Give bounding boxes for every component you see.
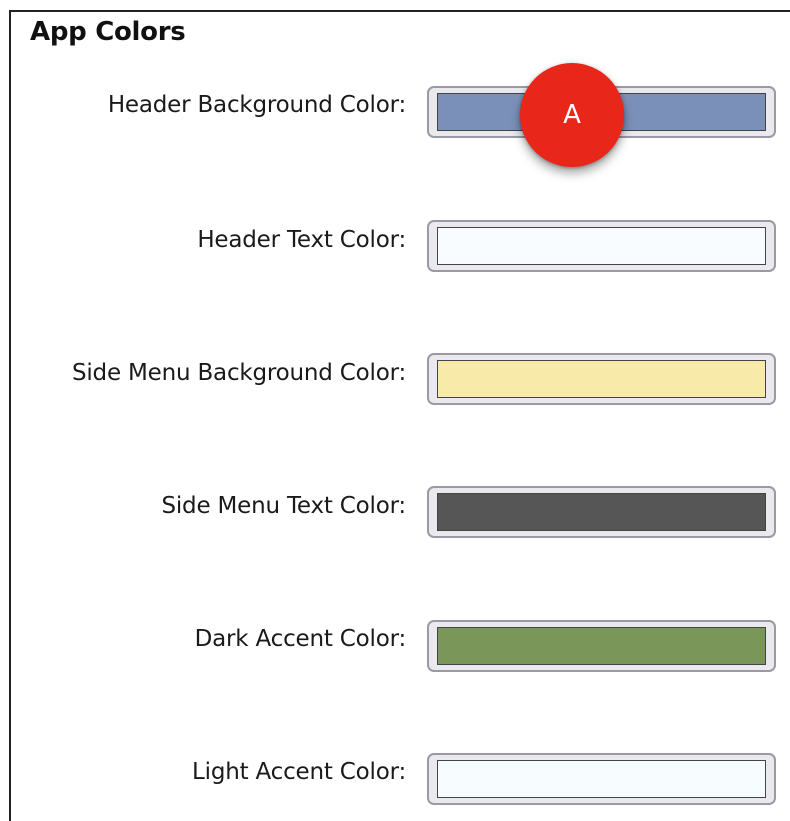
- side-menu-background-color-label: Side Menu Background Color:: [71, 360, 406, 386]
- dark-accent-color-picker[interactable]: [427, 620, 776, 672]
- header-background-color-label: Header Background Color:: [107, 92, 406, 118]
- light-accent-color-picker[interactable]: [427, 753, 776, 805]
- header-text-color-swatch: [437, 227, 766, 265]
- side-menu-background-color-picker[interactable]: [427, 353, 776, 405]
- side-menu-text-color-swatch: [437, 493, 766, 531]
- light-accent-color-swatch: [437, 760, 766, 798]
- header-text-color-label: Header Text Color:: [197, 227, 406, 253]
- callout-marker-label: A: [563, 100, 581, 130]
- header-text-color-picker[interactable]: [427, 220, 776, 272]
- callout-marker-a: A: [520, 63, 624, 167]
- side-menu-text-color-picker[interactable]: [427, 486, 776, 538]
- side-menu-background-color-swatch: [437, 360, 766, 398]
- dark-accent-color-swatch: [437, 627, 766, 665]
- dark-accent-color-label: Dark Accent Color:: [194, 626, 407, 652]
- side-menu-text-color-label: Side Menu Text Color:: [161, 493, 406, 519]
- light-accent-color-label: Light Accent Color:: [192, 759, 406, 785]
- section-title: App Colors: [30, 17, 186, 47]
